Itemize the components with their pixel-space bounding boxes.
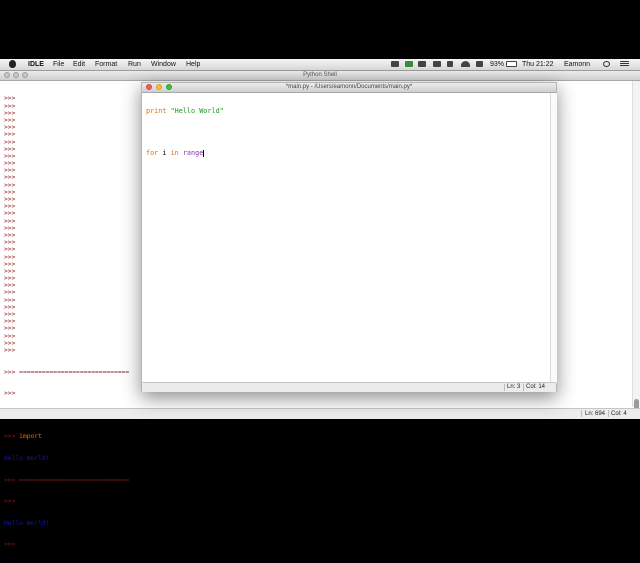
sync-icon[interactable] [405,61,413,67]
app-menu-idle[interactable]: IDLE [28,60,44,69]
editor-title: *main.py - /Users/eamonn/Documents/main.… [285,84,413,90]
shell-prompt-line: >>> [4,318,16,326]
bluetooth-icon[interactable] [447,61,453,67]
shell-prompt-line: >>> [4,102,16,110]
shell-line: Hello World! [4,519,50,527]
shell-line: >>> [4,390,16,398]
screen-record-icon[interactable] [391,61,399,67]
shell-prompt-line: >>> [4,224,16,232]
shell-prompt-line: >>> [4,196,16,204]
battery-icon[interactable] [506,61,517,67]
shell-prompt-line: >>> [4,138,16,146]
shell-prompt-line: >>> [4,296,16,304]
shell-line: >>> import main [4,433,61,441]
menu-window[interactable]: Window [151,60,176,69]
shell-line: >>> [4,498,16,506]
shell-prompt-line: >>> [4,203,16,211]
shell-prompt-line: >>> [4,332,16,340]
editor-status-bar: Ln: 3 Col: 14 [142,382,556,392]
menu-file[interactable]: File [53,60,64,69]
shell-line: Hello World! [4,454,50,462]
editor-window: *main.py - /Users/eamonn/Documents/main.… [141,82,557,392]
wifi-icon[interactable] [461,61,470,67]
shell-prompt-line: >>> [4,167,16,175]
shell-prompt-line: >>> [4,246,16,254]
shell-prompt-line: >>> [4,346,16,354]
user-menu[interactable]: Eamonn [564,60,590,69]
text-cursor [203,150,205,157]
shell-prompt-line: >>> [4,311,16,319]
menu-help[interactable]: Help [186,60,200,69]
menu-format[interactable]: Format [95,60,117,69]
shell-output[interactable]: >>> >>> >>> >>> >>> >>> >>> >>> >>> >>> >>> >>> >>> >… [4,81,129,563]
shell-prompt-line: >>> [4,289,16,297]
shell-prompt-line: >>> [4,303,16,311]
shell-prompt-line: >>> [4,267,16,275]
shell-scrollbar[interactable] [632,81,640,413]
shell-title: Python Shell [303,72,337,78]
shell-prompt-line: >>> [4,109,16,117]
shell-prompt-line: >>> [4,95,16,103]
shell-prompt-line: >>> [4,131,16,139]
shell-prompt-line: >>> [4,124,16,132]
shell-prompt-line: >>> [4,282,16,290]
code-line: for i in range [146,149,205,157]
dropbox-icon[interactable] [418,61,426,67]
shell-prompt-line: >>> [4,253,16,261]
shell-line: >>> [4,541,16,549]
menu-run[interactable]: Run [128,60,141,69]
prompt-list: >>> >>> >>> >>> >>> >>> >>> >>> >>> >>> >>> >>> >>> >… [4,95,129,354]
shell-prompt-line: >>> [4,116,16,124]
shell-prompt-line: >>> [4,339,16,347]
menu-bar: IDLE File Edit Format Run Window Help 93… [0,59,640,71]
shell-prompt-line: >>> [4,145,16,153]
menu-clock[interactable]: Thu 21:22 [522,60,554,69]
shell-status-bar: Ln: 694 Col: 4 [0,408,640,419]
code-editor[interactable]: print "Hello World" for i in range [146,94,224,171]
shell-prompt-line: >>> [4,260,16,268]
time-machine-icon[interactable] [433,61,441,67]
shell-line-number: Ln: 694 [585,411,606,417]
shell-prompt-line: >>> [4,217,16,225]
shell-prompt-line: >>> [4,239,16,247]
editor-title-bar[interactable]: *main.py - /Users/eamonn/Documents/main.… [142,83,556,93]
code-line: print "Hello World" [146,107,224,115]
shell-prompt-line: >>> [4,152,16,160]
spotlight-icon[interactable] [603,61,610,67]
shell-line: >>> ============================= [4,368,130,376]
editor-scrollbar[interactable] [550,93,557,383]
shell-prompt-line: >>> [4,181,16,189]
shell-prompt-line: >>> [4,325,16,333]
editor-col-number: Col: 14 [526,384,546,390]
shell-prompt-line: >>> [4,174,16,182]
shell-prompt-line: >>> [4,275,16,283]
volume-icon[interactable] [476,61,483,67]
shell-prompt-line: >>> [4,160,16,168]
editor-line-number: Ln: 3 [507,384,521,390]
shell-line: >>> ============================= [4,476,130,484]
shell-prompt-line: >>> [4,188,16,196]
apple-icon[interactable] [9,60,16,68]
menu-edit[interactable]: Edit [73,60,85,69]
shell-col-number: Col: 4 [611,411,627,417]
shell-prompt-line: >>> [4,210,16,218]
battery-percent: 93% [490,61,505,68]
shell-prompt-line: >>> [4,231,16,239]
shell-title-bar[interactable]: Python Shell [0,71,640,81]
notification-center-icon[interactable] [620,61,629,67]
